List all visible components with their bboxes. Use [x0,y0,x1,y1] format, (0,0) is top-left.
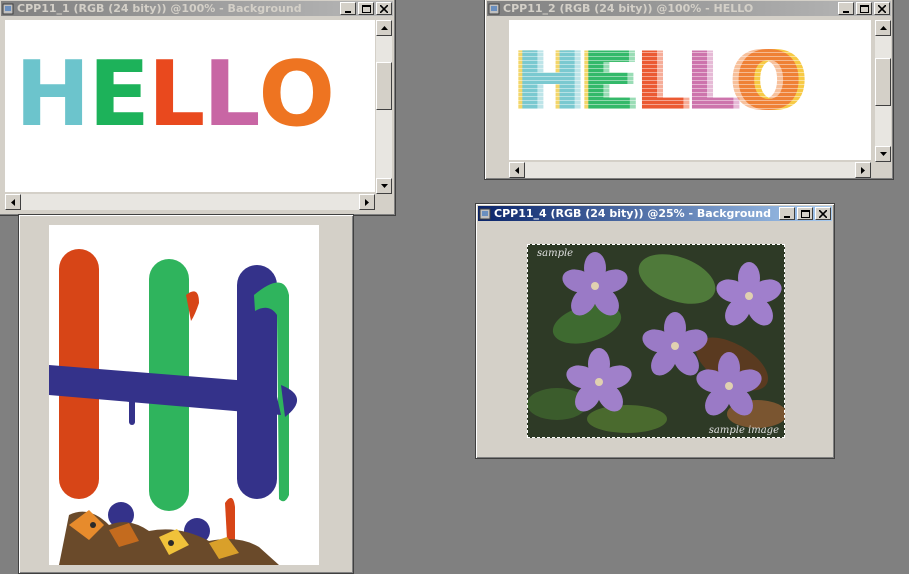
window-h-painting[interactable] [18,214,354,574]
horizontal-scrollbar[interactable] [509,162,871,178]
vertical-scrollbar[interactable] [875,20,891,162]
scroll-down-button[interactable] [376,178,392,194]
image-canvas-h-painting[interactable] [49,225,319,565]
watermark-bottom: sample image [708,425,779,436]
h-brush-painting [49,249,298,565]
titlebar-cpp11-4[interactable]: CPP11_4 (RGB (24 bity)) @25% - Backgroun… [478,206,832,221]
arrow-right-icon [365,198,369,206]
hello-letter-l1: L [147,42,205,147]
horizontal-scrollbar[interactable] [5,194,375,210]
maximize-icon [859,4,869,13]
maximize-icon [800,209,810,218]
scroll-up-button[interactable] [875,20,891,36]
maximize-icon [361,4,371,13]
hello-letter-h: H [15,42,90,147]
vertical-scrollbar[interactable] [376,20,392,194]
scroll-left-button[interactable] [509,162,525,178]
close-button[interactable] [815,207,831,220]
window-title: CPP11_2 (RGB (24 bity)) @100% - HELLO [503,2,754,15]
window-title: CPP11_1 (RGB (24 bity)) @100% - Backgrou… [17,2,302,15]
arrow-down-icon [380,184,388,188]
hello-text: H E L L O [15,42,336,147]
scroll-thumb[interactable] [875,58,891,106]
minimize-button[interactable] [779,207,795,220]
image-canvas-cpp11-4[interactable]: sample sample image [527,244,785,438]
minimize-button[interactable] [340,2,356,15]
app-icon[interactable] [488,3,500,15]
close-icon [819,209,827,218]
maximize-button[interactable] [797,207,813,220]
maximize-button[interactable] [856,2,872,15]
scroll-left-button[interactable] [5,194,21,210]
window-cpp11-4[interactable]: CPP11_4 (RGB (24 bity)) @25% - Backgroun… [475,203,835,459]
image-canvas-cpp11-1[interactable]: H E L L O [5,20,375,192]
app-icon[interactable] [479,208,491,220]
arrow-up-icon [380,26,388,30]
window-title: CPP11_4 (RGB (24 bity)) @25% - Backgroun… [494,207,771,220]
scroll-up-button[interactable] [376,20,392,36]
app-icon[interactable] [2,3,14,15]
scanline-overlay [509,20,871,160]
arrow-down-icon [879,152,887,156]
watermark-top: sample [537,248,574,259]
arrow-left-icon [515,166,519,174]
close-button[interactable] [376,2,392,15]
scroll-thumb[interactable] [376,62,392,110]
window-cpp11-1[interactable]: CPP11_1 (RGB (24 bity)) @100% - Backgrou… [0,0,396,216]
close-button[interactable] [874,2,890,15]
hello-letter-e: E [88,42,150,147]
hello-letter-l2: L [203,42,260,147]
titlebar-cpp11-1[interactable]: CPP11_1 (RGB (24 bity)) @100% - Backgrou… [1,1,393,16]
window-cpp11-2[interactable]: CPP11_2 (RGB (24 bity)) @100% - HELLO H … [484,0,894,180]
scroll-right-button[interactable] [359,194,375,210]
arrow-right-icon [861,166,865,174]
minimize-icon [784,215,790,218]
scroll-right-button[interactable] [855,162,871,178]
scroll-down-button[interactable] [875,146,891,162]
minimize-icon [345,10,351,13]
hello-letter-o: O [258,42,336,147]
close-icon [878,4,886,13]
arrow-up-icon [879,26,887,30]
titlebar-cpp11-2[interactable]: CPP11_2 (RGB (24 bity)) @100% - HELLO [487,1,891,16]
periwinkle-flowers-photo [527,244,785,438]
image-canvas-cpp11-2[interactable]: H E L L O [509,20,871,160]
close-icon [380,4,388,13]
arrow-left-icon [11,198,15,206]
maximize-button[interactable] [358,2,374,15]
minimize-button[interactable] [838,2,854,15]
minimize-icon [843,10,849,13]
